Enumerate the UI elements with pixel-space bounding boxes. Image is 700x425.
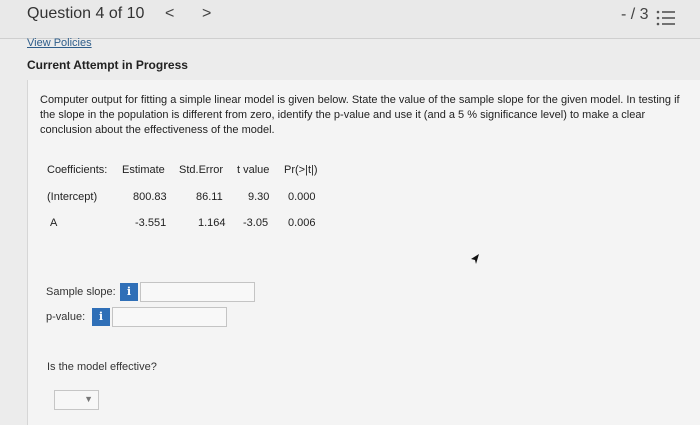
sample-slope-label: Sample slope: — [46, 286, 116, 298]
mouse-cursor-icon — [471, 254, 479, 264]
effective-question-label: Is the model effective? — [47, 361, 157, 373]
info-icon[interactable]: i — [92, 308, 110, 326]
table-cell: (Intercept) — [47, 191, 98, 203]
table-cell: 86.11 — [196, 191, 223, 203]
table-cell: 0.006 — [288, 217, 316, 229]
chevron-left-icon[interactable]: < — [165, 5, 174, 23]
chevron-right-icon[interactable]: > — [202, 5, 211, 23]
table-cell: -3.05 — [243, 217, 269, 229]
view-policies-link[interactable]: View Policies — [27, 37, 92, 49]
table-header: Coefficients: — [47, 164, 108, 176]
table-header: t value — [237, 164, 270, 176]
table-cell: A — [50, 217, 58, 229]
table-cell: 1.164 — [198, 217, 226, 229]
attempt-heading: Current Attempt in Progress — [27, 58, 188, 72]
question-prompt: Computer output for fitting a simple lin… — [40, 94, 680, 136]
sample-slope-input[interactable] — [140, 282, 255, 302]
table-cell: 0.000 — [288, 191, 316, 203]
table-cell: 9.30 — [248, 191, 270, 203]
table-cell: -3.551 — [135, 217, 167, 229]
score-display: - / 3 — [621, 6, 649, 23]
top-bar: Question 4 of 10 < > - / 3 — [0, 0, 700, 39]
table-header: Pr(>|t|) — [284, 164, 318, 176]
list-icon[interactable] — [655, 9, 677, 27]
table-header: Estimate — [122, 164, 165, 176]
chevron-down-icon: ▼ — [84, 394, 93, 404]
table-header: Std.Error — [179, 164, 224, 176]
info-icon[interactable]: i — [120, 283, 138, 301]
effective-select[interactable]: ▼ — [54, 390, 99, 410]
p-value-label: p-value: — [46, 311, 86, 323]
table-cell: 800.83 — [133, 191, 167, 203]
question-counter: Question 4 of 10 — [27, 5, 145, 22]
p-value-input[interactable] — [112, 307, 227, 327]
